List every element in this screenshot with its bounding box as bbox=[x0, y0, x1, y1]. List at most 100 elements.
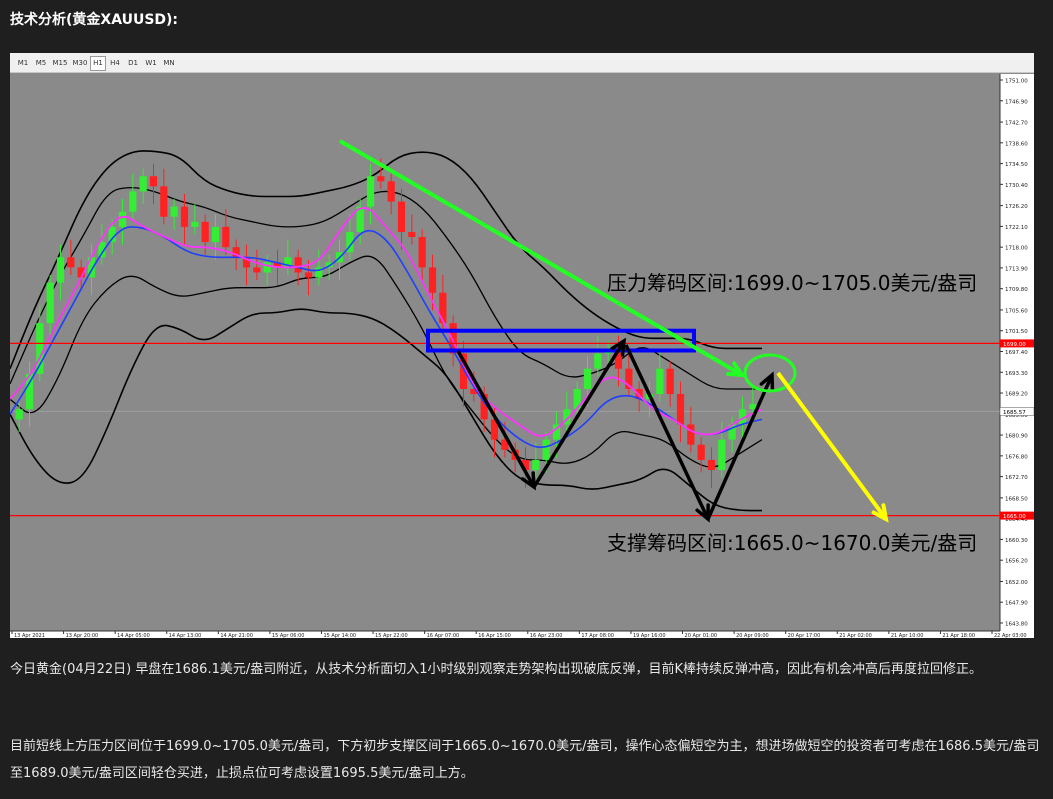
y-tick-label: 1742.70 bbox=[1005, 121, 1028, 127]
x-tick-label: 20 Apr 09:00 bbox=[736, 633, 769, 638]
candle-body bbox=[139, 176, 147, 192]
candle-body bbox=[149, 176, 158, 187]
x-tick-label: 16 Apr 15:00 bbox=[478, 633, 511, 638]
y-tick-label: 1709.80 bbox=[1005, 287, 1028, 293]
timeframe-toolbar: M1 M5 M15 M30 H1 H4 D1 W1 MN bbox=[10, 53, 1034, 73]
candle-body bbox=[304, 272, 313, 278]
candle-body bbox=[666, 368, 674, 395]
timeframe-d1[interactable]: D1 bbox=[124, 56, 142, 71]
y-tick-label: 1660.30 bbox=[1005, 538, 1028, 544]
y-tick-label: 1693.30 bbox=[1005, 371, 1028, 377]
y-tick-label: 1697.40 bbox=[1005, 350, 1028, 356]
y-tick-label: 1751.00 bbox=[1005, 79, 1028, 85]
support-price-label: 1665.00 bbox=[1003, 514, 1026, 520]
y-tick-label: 1705.60 bbox=[1005, 308, 1028, 314]
candle-body bbox=[428, 267, 437, 293]
candle-body bbox=[46, 282, 54, 324]
candle-body bbox=[201, 221, 209, 243]
candle-body bbox=[656, 368, 664, 395]
candle-body bbox=[397, 201, 406, 232]
x-tick-label: 16 Apr 23:00 bbox=[530, 633, 563, 638]
y-tick-label: 1726.20 bbox=[1005, 204, 1028, 210]
candle-body bbox=[366, 176, 375, 207]
y-tick-label: 1730.40 bbox=[1005, 183, 1028, 189]
candle-body bbox=[718, 439, 726, 471]
candle-body bbox=[408, 231, 416, 238]
candlestick-chart: 1751.00 1746.90 1742.70 1738.60 1734.50 1730.… bbox=[10, 74, 1034, 638]
x-tick-label: 22 Apr 03:00 bbox=[994, 633, 1027, 638]
y-tick-label: 1652.00 bbox=[1005, 580, 1028, 586]
candle-body bbox=[160, 186, 168, 217]
paragraph-2: 目前短线上方压力区间位于1699.0~1705.0美元/盎司，下方初步支撑区间于… bbox=[10, 739, 1040, 781]
candle-body bbox=[697, 444, 705, 460]
timeframe-m30[interactable]: M30 bbox=[70, 56, 90, 71]
x-tick-label: 21 Apr 10:00 bbox=[891, 633, 924, 638]
candle-body bbox=[67, 257, 75, 268]
y-tick-label: 1713.90 bbox=[1005, 266, 1028, 272]
candle-body bbox=[170, 206, 178, 217]
x-tick-label: 15 Apr 06:00 bbox=[272, 633, 305, 638]
y-tick-label: 1722.10 bbox=[1005, 225, 1028, 231]
time-axis bbox=[10, 631, 1034, 638]
support-zone-label: 支撑筹码区间:1665.0~1670.0美元/盎司 bbox=[607, 531, 977, 555]
resistance-price-label: 1699.00 bbox=[1003, 342, 1026, 348]
y-tick-label: 1701.50 bbox=[1005, 329, 1028, 335]
y-tick-label: 1672.70 bbox=[1005, 475, 1028, 481]
timeframe-mn[interactable]: MN bbox=[160, 56, 178, 71]
candle-body bbox=[211, 226, 220, 243]
candle-body bbox=[583, 368, 592, 389]
resistance-zone-label: 压力筹码区间:1699.0~1705.0美元/盎司 bbox=[607, 271, 977, 295]
candle-body bbox=[56, 257, 65, 283]
timeframe-w1[interactable]: W1 bbox=[142, 56, 160, 71]
candle-body bbox=[687, 424, 695, 445]
x-tick-label: 15 Apr 22:00 bbox=[375, 633, 408, 638]
paragraph-1: 今日黄金(04月22日) 早盘在1686.1美元/盎司附近，从技术分析面切入1小… bbox=[10, 662, 983, 677]
x-tick-label: 19 Apr 16:00 bbox=[633, 633, 666, 638]
x-tick-label: 20 Apr 01:00 bbox=[685, 633, 718, 638]
y-tick-label: 1656.20 bbox=[1005, 559, 1028, 565]
y-tick-label: 1676.80 bbox=[1005, 454, 1028, 460]
candle-body bbox=[129, 191, 137, 212]
x-tick-label: 13 Apr 2021 bbox=[14, 633, 45, 638]
candle-body bbox=[294, 257, 302, 273]
candle-body bbox=[387, 181, 395, 202]
current-price-label: 1685.57 bbox=[1003, 410, 1026, 416]
candle-body bbox=[532, 459, 540, 471]
candle-body bbox=[377, 176, 385, 182]
y-tick-label: 1647.90 bbox=[1005, 601, 1028, 607]
timeframe-m1[interactable]: M1 bbox=[14, 56, 32, 71]
chart-panel[interactable]: 1751.00 1746.90 1742.70 1738.60 1734.50 1730.… bbox=[10, 53, 1034, 638]
y-tick-label: 1738.60 bbox=[1005, 141, 1028, 147]
candle-body bbox=[222, 226, 230, 248]
candle-body bbox=[594, 353, 602, 369]
candle-body bbox=[118, 211, 127, 227]
candle-body bbox=[180, 206, 189, 227]
timeframe-h1[interactable]: H1 bbox=[90, 56, 106, 71]
y-tick-label: 1680.90 bbox=[1005, 434, 1028, 440]
x-tick-label: 21 Apr 02:00 bbox=[839, 633, 872, 638]
timeframe-m5[interactable]: M5 bbox=[32, 56, 50, 71]
candle-body bbox=[418, 237, 426, 268]
candle-body bbox=[676, 394, 685, 425]
y-tick-label: 1734.50 bbox=[1005, 162, 1028, 168]
x-tick-label: 14 Apr 13:00 bbox=[169, 633, 202, 638]
x-tick-label: 20 Apr 17:00 bbox=[788, 633, 821, 638]
x-tick-label: 17 Apr 08:00 bbox=[581, 633, 614, 638]
article-heading: 技术分析(黄金XAUUSD): bbox=[10, 12, 179, 28]
candle-body bbox=[263, 262, 271, 273]
x-tick-label: 13 Apr 20:00 bbox=[66, 633, 99, 638]
y-tick-label: 1746.90 bbox=[1005, 99, 1028, 105]
candle-body bbox=[253, 267, 261, 273]
y-tick-label: 1689.20 bbox=[1005, 392, 1028, 398]
candle-body bbox=[542, 439, 550, 460]
timeframe-h4[interactable]: H4 bbox=[106, 56, 124, 71]
y-tick-label: 1718.00 bbox=[1005, 246, 1028, 252]
candle-body bbox=[15, 409, 23, 420]
candle-body bbox=[191, 221, 199, 227]
x-tick-label: 15 Apr 14:00 bbox=[323, 633, 356, 638]
timeframe-m15[interactable]: M15 bbox=[50, 56, 70, 71]
y-tick-label: 1668.50 bbox=[1005, 496, 1028, 502]
x-tick-label: 16 Apr 07:00 bbox=[427, 633, 460, 638]
x-tick-label: 14 Apr 05:00 bbox=[117, 633, 150, 638]
candle-body bbox=[439, 292, 447, 324]
